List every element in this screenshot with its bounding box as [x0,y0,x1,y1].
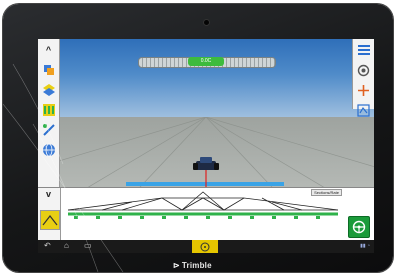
coverage-bars-icon [42,104,55,116]
brand-name: Trimble [181,261,212,270]
steering-wheel-icon [352,220,366,234]
android-nav-bar: ↶ ⌂ ▭ ▮▮ ◔ [38,240,374,253]
sky-backdrop [38,39,374,117]
back-icon[interactable]: ↶ [44,242,51,250]
status-tray-icons: ▮▮ ◔ [360,243,370,249]
boom-truss [67,191,339,219]
tablet-frame: ⊳ Trimble 0.0C ^ v Sections/Rate ↶ ⌂ ▭ ▮… [3,4,393,272]
field-map-button[interactable] [39,81,58,99]
boom-line [126,182,284,186]
view-button[interactable] [354,61,373,79]
front-camera [204,20,209,25]
nudge-arrows-icon [358,84,369,96]
trimble-mark-icon: ⊳ [173,261,180,270]
coverage-button[interactable] [39,101,58,119]
nudge-button[interactable] [354,81,373,99]
zoom-map-icon [357,103,370,117]
section-nozzles [74,216,320,219]
collapse-up-icon: ^ [45,45,52,55]
left-toolbar: ^ [38,39,60,197]
gps-status-button[interactable] [39,141,58,159]
sprayer-icon [42,215,58,226]
boom-label: Sections/Rate [311,189,342,196]
recent-apps-icon[interactable]: ▭ [84,242,92,250]
brand-logo: ⊳ Trimble [173,261,212,270]
menu-button[interactable] [354,41,373,59]
globe-gps-icon [42,143,55,157]
center-app-button[interactable] [192,240,218,253]
home-icon[interactable]: ⌂ [64,242,69,250]
expand-down-icon: v [45,189,51,199]
right-toolbar [352,39,374,117]
tractor-icon [193,157,219,170]
implement-side-panel: v [38,188,61,242]
layers-button[interactable] [39,61,58,79]
implement-status-button[interactable] [40,210,60,230]
implement-panel: v Sections/Rate [38,187,374,242]
guidance-line-icon [42,124,55,136]
zoom-button[interactable] [354,101,373,119]
lightbar-offset: 0.0C [188,57,224,66]
guidance-screen: 0.0C ^ v Sections/Rate ↶ ⌂ ▭ ▮▮ ◔ [38,39,374,253]
guidance-line-button[interactable] [39,121,58,139]
view-camera-icon [357,64,370,76]
expand-toolbar-button[interactable]: v [39,189,58,199]
field-map-icon [42,84,55,96]
layers-icon [43,65,54,75]
boom-diagram: Sections/Rate [62,188,344,242]
collapse-toolbar-button[interactable]: ^ [39,41,58,59]
engage-autosteer-button[interactable] [348,216,370,238]
menu-icon [357,45,370,55]
center-steering-icon [200,242,210,251]
